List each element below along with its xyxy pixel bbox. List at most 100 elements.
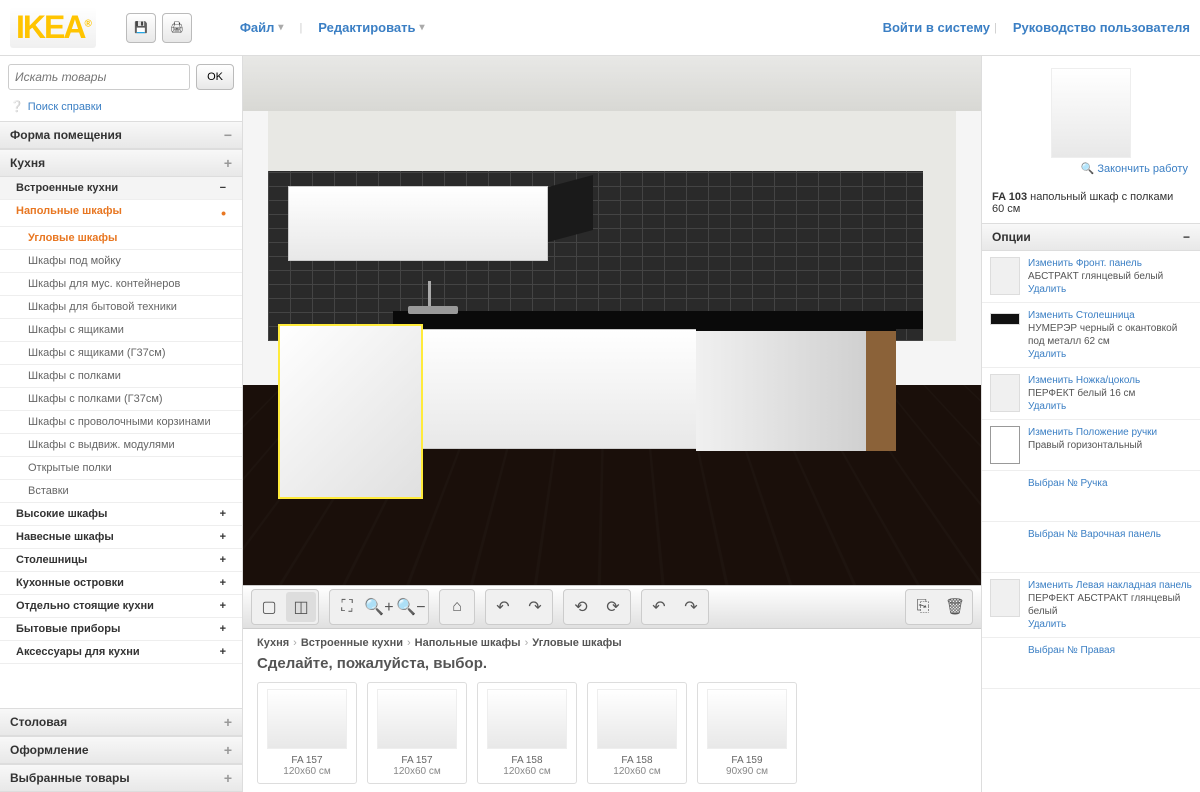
view-2d-button[interactable]: ▢ [254,592,284,622]
finish-link[interactable]: 🔍Закончить работу [994,162,1188,175]
delete-button[interactable]: 🗑 [940,592,970,622]
search-help-link[interactable]: ❔Поиск справки [0,98,242,121]
option-row: Выбран № Варочная панель [982,522,1200,573]
option-row: Изменить Положение ручкиПравый горизонта… [982,420,1200,471]
tree-standalone[interactable]: Отдельно стоящие кухни+ [0,595,242,618]
help-icon: ❔ [10,100,24,113]
view-3d-button[interactable]: ◫ [286,592,316,622]
copy-button[interactable]: ⎘ [908,592,938,622]
option-swatch [990,374,1020,412]
option-change-link[interactable]: Выбран № Правая [1028,644,1192,657]
login-link[interactable]: Войти в систему [883,20,990,35]
tree-item[interactable]: Шкафы с выдвиж. модулями [0,434,242,457]
tree-sub[interactable]: Высокие шкафы+ [0,503,242,526]
plus-icon: + [224,156,232,170]
section-kitchen[interactable]: Кухня+ [0,149,242,177]
tree-corner-cabinets[interactable]: Угловые шкафы [0,227,242,250]
option-swatch [990,579,1020,617]
tree-item[interactable]: Вставки [0,480,242,503]
section-room-shape[interactable]: Форма помещения− [0,121,242,149]
option-row: Изменить Левая накладная панельПЕРФЕКТ А… [982,573,1200,638]
option-change-link[interactable]: Изменить Столешница [1028,309,1192,322]
option-change-link[interactable]: Изменить Положение ручки [1028,426,1192,439]
rotate-left-button[interactable]: ⟲ [566,592,596,622]
chevron-down-icon: ▾ [278,22,283,33]
product-thumb [377,689,457,749]
menu-edit[interactable]: Редактировать▾ [318,20,424,35]
product-thumb [487,689,567,749]
product-card[interactable]: FA 158120x60 см [477,682,577,784]
item-info: FA 103 напольный шкаф с полками 60 см [982,187,1200,223]
menu-file[interactable]: Файл▾ [240,20,284,35]
tree-item[interactable]: Шкафы под мойку [0,250,242,273]
option-delete-link[interactable]: Удалить [1028,618,1192,631]
section-selected[interactable]: Выбранные товары+ [0,764,242,792]
guide-link[interactable]: Руководство пользователя [1013,20,1190,35]
product-list: FA 157120x60 смFA 157120x60 смFA 158120x… [257,682,967,784]
option-row: Выбран № Правая [982,638,1200,689]
section-builtin[interactable]: Встроенные кухни− [0,177,242,200]
option-delete-link[interactable]: Удалить [1028,283,1192,296]
option-swatch [990,644,1020,682]
minus-icon: − [220,182,226,194]
floppy-icon: 💾 [134,21,148,34]
chevron-down-icon: ▾ [420,22,425,33]
option-row: Изменить Ножка/цокольПЕРФЕКТ белый 16 см… [982,368,1200,420]
tree-item[interactable]: Шкафы с полками (Г37см) [0,388,242,411]
search-ok-button[interactable]: OK [196,64,234,90]
flip-right-button[interactable]: ↷ [676,592,706,622]
printer-icon: 🖨 [170,21,184,34]
tree-accessories[interactable]: Аксессуары для кухни+ [0,641,242,664]
tree-item[interactable]: Шкафы с ящиками (Г37см) [0,342,242,365]
tree-sub[interactable]: Кухонные островки+ [0,572,242,595]
3d-viewport[interactable] [243,56,981,585]
tree-item[interactable]: Шкафы для мус. контейнеров [0,273,242,296]
redo-button[interactable]: ↷ [520,592,550,622]
option-change-link[interactable]: Изменить Ножка/цоколь [1028,374,1192,387]
tree-item[interactable]: Шкафы для бытовой техники [0,296,242,319]
flip-left-button[interactable]: ↶ [644,592,674,622]
save-button[interactable]: 💾 [126,13,156,43]
main-area: ▢ ◫ ⛶ 🔍+ 🔍− ⌂ ↶ ↷ ⟲ ⟳ ↶ ↷ [242,56,982,792]
option-swatch [990,257,1020,295]
section-dining[interactable]: Столовая+ [0,708,242,736]
rotate-right-button[interactable]: ⟳ [598,592,628,622]
undo-button[interactable]: ↶ [488,592,518,622]
tree-item[interactable]: Шкафы с проволочными корзинами [0,411,242,434]
product-card[interactable]: FA 15990x90 см [697,682,797,784]
tree-floor-cabinets[interactable]: Напольные шкафы• [0,200,242,227]
zoom-fit-button[interactable]: ⛶ [332,592,362,622]
breadcrumb: Кухня›Встроенные кухни›Напольные шкафы›У… [257,637,967,649]
selected-cabinet-highlight[interactable] [278,324,423,499]
option-change-link[interactable]: Выбран № Ручка [1028,477,1192,490]
magnifier-icon: 🔍 [1081,162,1095,175]
print-button[interactable]: 🖨 [162,13,192,43]
tree-item[interactable]: Шкафы с полками [0,365,242,388]
section-decor[interactable]: Оформление+ [0,736,242,764]
option-delete-link[interactable]: Удалить [1028,348,1192,361]
option-change-link[interactable]: Выбран № Варочная панель [1028,528,1192,541]
option-change-link[interactable]: Изменить Левая накладная панель [1028,579,1192,592]
options-header[interactable]: Опции− [982,223,1200,251]
tree-sub[interactable]: Столешницы+ [0,549,242,572]
item-preview-image [1051,68,1131,158]
product-card[interactable]: FA 157120x60 см [257,682,357,784]
minus-icon: − [224,128,232,142]
product-card[interactable]: FA 157120x60 см [367,682,467,784]
zoom-out-button[interactable]: 🔍− [396,592,426,622]
product-card[interactable]: FA 158120x60 см [587,682,687,784]
selection-prompt: Сделайте, пожалуйста, выбор. [257,655,967,672]
search-input[interactable] [8,64,190,90]
zoom-in-button[interactable]: 🔍+ [364,592,394,622]
option-change-link[interactable]: Изменить Фронт. панель [1028,257,1192,270]
option-swatch [990,477,1020,515]
product-thumb [267,689,347,749]
tree-appliances[interactable]: Бытовые приборы+ [0,618,242,641]
option-delete-link[interactable]: Удалить [1028,400,1192,413]
tree-sub[interactable]: Навесные шкафы+ [0,526,242,549]
minus-icon: − [1183,230,1190,244]
home-button[interactable]: ⌂ [442,592,472,622]
tree-item[interactable]: Открытые полки [0,457,242,480]
option-row: Выбран № Ручка [982,471,1200,522]
tree-item[interactable]: Шкафы с ящиками [0,319,242,342]
